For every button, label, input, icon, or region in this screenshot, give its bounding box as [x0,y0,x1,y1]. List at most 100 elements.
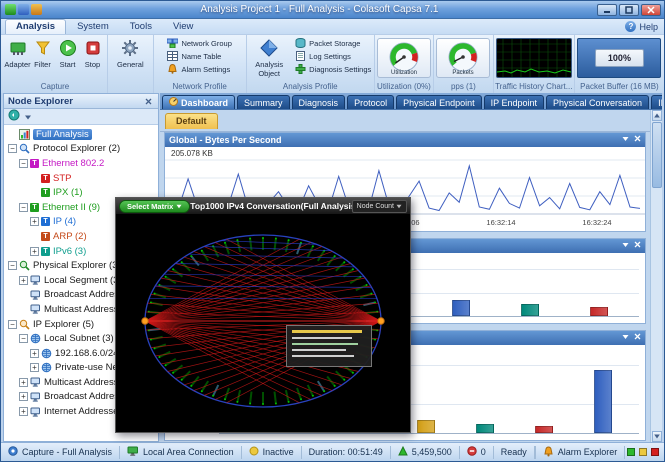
start-button[interactable]: Start [55,37,80,69]
x-tick-label: 16:32:24 [582,218,611,227]
tab-label: Physical Conversation [553,98,642,108]
ribbon-group-utilization: Utilization Utilization (0%) [375,35,434,93]
bar-3 [452,300,470,316]
tooltip-line [292,330,362,333]
scroll-up-icon[interactable] [652,110,662,121]
tree-item-label: IPv6 (3) [53,246,86,257]
alarm-icon [543,446,554,459]
expand-icon[interactable]: + [19,276,28,285]
tab-summary[interactable]: Summary [237,95,290,109]
analysis-object-button[interactable]: Analysis Object [246,37,292,78]
tab-label: Summary [244,98,283,108]
matrix-canvas[interactable] [116,215,410,432]
tab-diagnosis[interactable]: Diagnosis [292,95,346,109]
help-button[interactable]: ? Help [625,21,658,34]
ribbon-tab-system[interactable]: System [67,20,119,34]
host-icon [30,407,41,417]
dashboard-scrollbar[interactable] [650,110,662,442]
tab-physical-endpoint[interactable]: Physical Endpoint [396,95,482,109]
traffic-history-chart[interactable] [496,38,572,78]
tree-item-ethernet-802-2[interactable]: −TEthernet 802.2 [4,156,158,171]
name-table-button[interactable]: Name Table [164,50,234,63]
diagnosis-icon [295,64,306,76]
expand-icon[interactable]: + [19,407,28,416]
expand-icon[interactable]: + [19,392,28,401]
panel-header[interactable]: Global - Bytes Per Second [165,133,645,147]
app-window: Analysis Project 1 - Full Analysis - Col… [0,0,665,462]
tree-item-label: Internet Addresses [44,406,123,417]
panel-close-icon[interactable] [634,333,641,343]
subnet-icon [30,333,41,344]
packets-status-icon [398,446,408,458]
alarm-level-green-icon [627,448,635,456]
status-ready: Ready [494,443,534,461]
collapse-icon[interactable]: − [8,261,17,270]
collapse-icon[interactable] [622,333,629,343]
refresh-icon[interactable] [8,108,20,126]
ribbon-tab-analysis[interactable]: Analysis [5,19,66,34]
tree-item-protocol-explorer-2[interactable]: −Protocol Explorer (2) [4,142,158,157]
tab-label: Diagnosis [299,98,339,108]
tree-item-label: Local Segment (3) [44,275,122,286]
tab-ip-conversation[interactable]: IP Conversation [651,95,662,109]
collapse-icon[interactable] [622,241,629,251]
adapter-button[interactable]: Adapter [5,37,30,69]
packet-storage-button[interactable]: Packet Storage [292,37,374,50]
matrix-window[interactable]: Select Matrix Top1000 IPv4 Conversation(… [115,197,411,433]
app-logo-icon [5,4,16,15]
select-matrix-button[interactable]: Select Matrix [119,200,190,213]
undo-icon[interactable] [31,4,42,15]
expand-icon[interactable]: + [30,363,39,372]
expand-icon[interactable]: + [30,349,39,358]
node-explorer-close-icon[interactable] [143,96,154,107]
filter-button[interactable]: Filter [30,37,55,69]
capture-group-label: Capture [41,81,69,93]
minimize-button[interactable] [597,4,617,16]
analysis-icon [19,129,30,140]
subnet-icon [41,362,52,373]
ribbon-tab-tools[interactable]: Tools [120,20,162,34]
log-settings-button[interactable]: Log Settings [292,50,374,63]
tree-item-full-analysis[interactable]: Full Analysis [4,127,158,142]
collapse-icon[interactable]: − [19,159,28,168]
collapse-icon[interactable] [622,135,629,145]
collapse-icon[interactable]: − [19,203,28,212]
general-button[interactable]: General [110,37,150,69]
profile-tab-default[interactable]: Default [165,113,218,129]
scrollbar-thumb[interactable] [652,122,662,188]
node-count-button[interactable]: Node Count [352,200,407,213]
maximize-button[interactable] [619,4,639,16]
adapter-icon [9,39,27,59]
panel-close-icon[interactable] [634,241,641,251]
diagnosis-settings-button[interactable]: Diagnosis Settings [292,63,374,76]
alarm-settings-button[interactable]: Alarm Settings [164,63,234,76]
y-axis-top-label: 205.078 KB [171,149,213,158]
expand-icon[interactable]: + [30,217,39,226]
collapse-icon[interactable]: − [8,320,17,329]
quick-access-icons [5,4,42,15]
tab-physical-conversation[interactable]: Physical Conversation [546,95,649,109]
close-button[interactable] [641,4,661,16]
collapse-icon[interactable]: − [8,144,17,153]
expand-icon[interactable]: + [30,247,39,256]
tree-item-label: IP (4) [53,216,76,227]
tree-item-stp[interactable]: TSTP [4,171,158,186]
stop-button[interactable]: Stop [80,37,105,69]
chevron-down-icon[interactable] [24,108,32,126]
alarm-explorer-button[interactable]: Alarm Explorer [536,443,625,461]
network-group-button[interactable]: Network Group [164,37,234,50]
protocol-icon: T [30,159,39,168]
save-icon[interactable] [18,4,29,15]
tab-dashboard[interactable]: Dashboard [162,95,235,109]
collapse-icon[interactable]: − [19,334,28,343]
panel-close-icon[interactable] [634,135,641,145]
explorer-physical-icon [19,260,30,271]
expand-icon[interactable]: + [19,378,28,387]
matrix-titlebar[interactable]: Select Matrix Top1000 IPv4 Conversation(… [116,198,410,215]
alarm-explorer-label: Alarm Explorer [558,447,618,457]
scroll-down-icon[interactable] [652,431,662,442]
ribbon-tab-view[interactable]: View [163,20,203,34]
tab-protocol[interactable]: Protocol [347,95,394,109]
tab-label: IP Conversation [658,98,662,108]
tab-ip-endpoint[interactable]: IP Endpoint [484,95,544,109]
